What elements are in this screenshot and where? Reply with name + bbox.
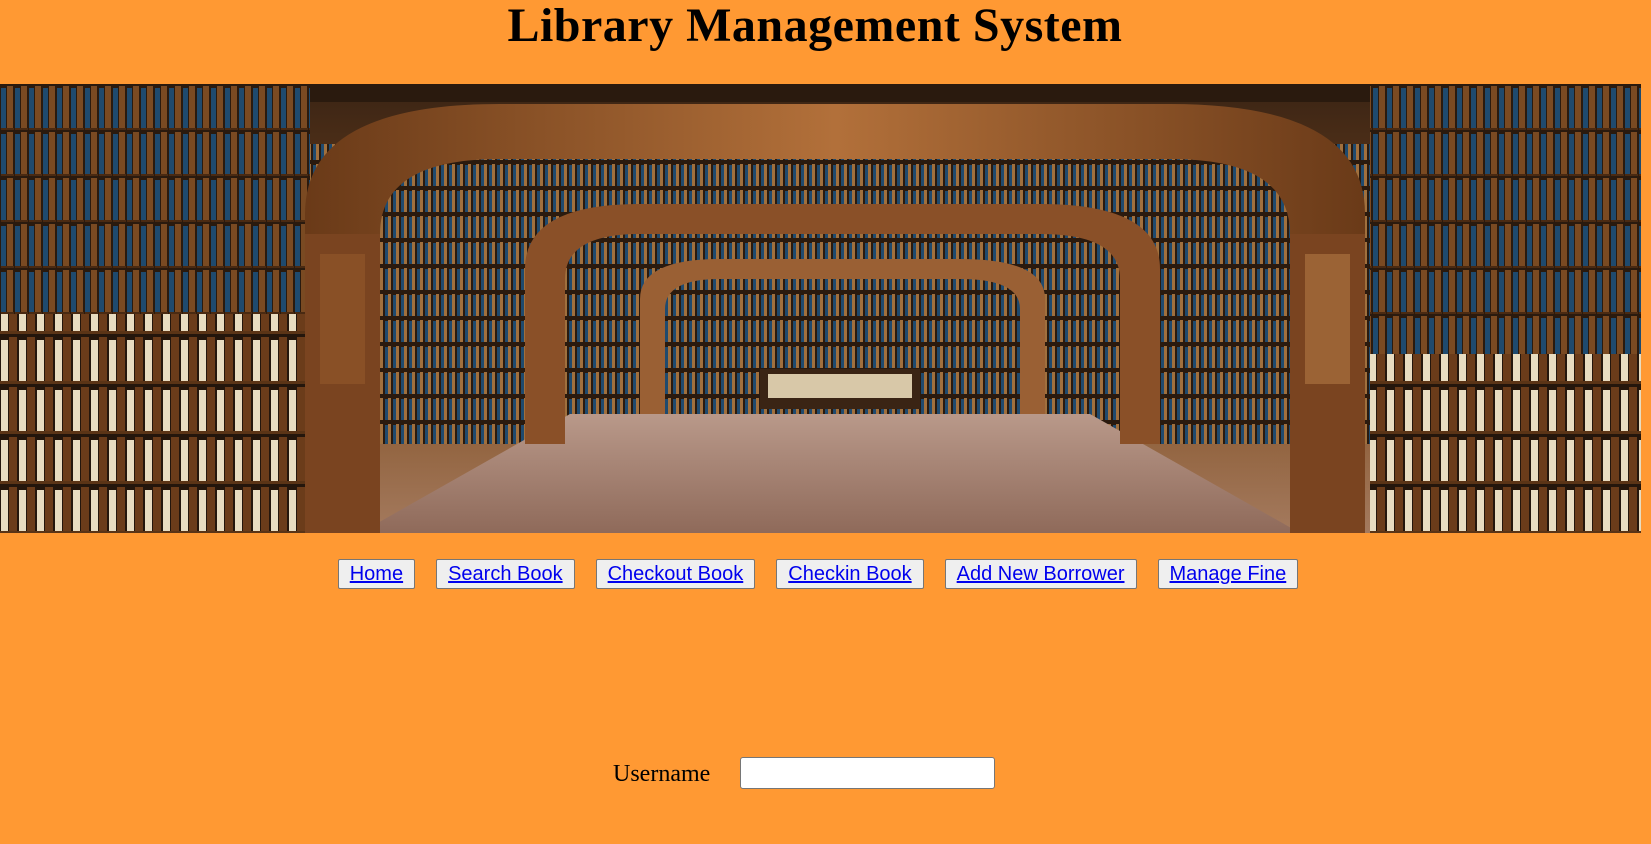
nav-checkin-book-button[interactable]: Checkin Book	[776, 559, 924, 589]
login-form: Username	[0, 757, 1651, 791]
nav-add-new-borrower-button[interactable]: Add New Borrower	[944, 559, 1137, 589]
nav-manage-fine-button[interactable]: Manage Fine	[1157, 559, 1299, 589]
page-title: Library Management System	[507, 0, 1123, 52]
nav-home-button[interactable]: Home	[337, 559, 416, 589]
main-navigation: Home Search Book Checkout Book Checkin B…	[0, 559, 1633, 589]
nav-search-book-button[interactable]: Search Book	[436, 559, 575, 589]
username-input[interactable]	[740, 757, 995, 789]
library-banner-image	[0, 84, 1641, 533]
nav-checkout-book-button[interactable]: Checkout Book	[595, 559, 756, 589]
username-label: Username	[613, 761, 711, 787]
